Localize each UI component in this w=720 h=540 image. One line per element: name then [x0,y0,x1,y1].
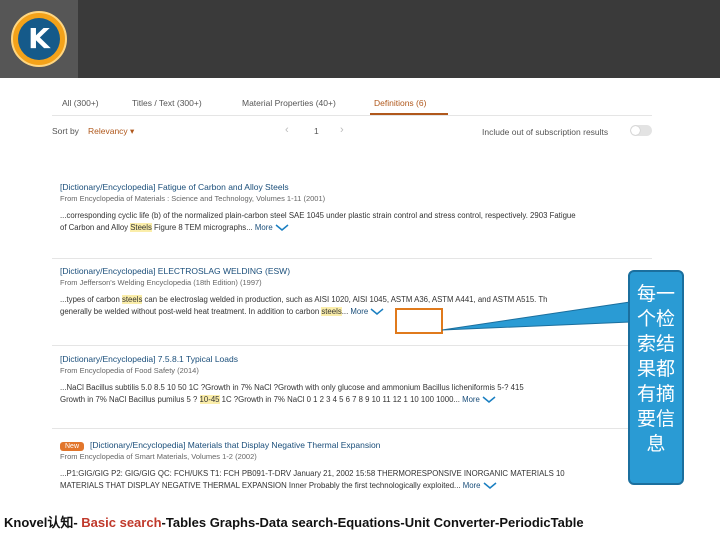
highlight-term: steels [121,295,143,304]
caption-highlight: Basic search [81,515,162,530]
snippet-text: Growth in 7% NaCl Bacillus pumilus 5 ? [60,395,200,404]
result-source[interactable]: From Jefferson's Welding Encyclopedia (1… [60,278,660,290]
callout-text: 每一个检索结果都有摘要信息 [636,283,675,455]
more-link[interactable]: More [462,395,480,404]
app-header: K [0,0,720,78]
chevron-down-icon[interactable] [482,396,496,404]
highlight-term: steels [321,307,342,316]
result-snippet-line: ...corresponding cyclic life (b) of the … [60,211,576,220]
divider [52,428,652,429]
caption-prefix: Knovel认知- [4,515,82,530]
tab-all[interactable]: All (300+) [62,98,99,108]
callout-pointer [441,301,631,331]
highlight-term: Steels [130,223,152,232]
result-source[interactable]: From Encyclopedia of Smart Materials, Vo… [60,452,660,464]
snippet-text: 1C ?Growth in 7% NaCl 0 1 2 3 4 5 6 7 8 … [219,395,460,404]
result-title[interactable]: [Dictionary/Encyclopedia] Fatigue of Car… [60,182,660,194]
tab-definitions[interactable]: Definitions (6) [374,98,426,108]
sort-bar: Sort by Relevancy ▾ ‹ 1 › Include out of… [52,124,652,140]
result-item: [Dictionary/Encyclopedia] Fatigue of Car… [60,182,660,234]
result-snippet-line: ...P1:GIG/GIG P2: GIG/GIG QC: FCH/UKS T1… [60,469,565,478]
result-source[interactable]: From Encyclopedia of Materials : Science… [60,194,660,206]
snippet-text: of Carbon and Alloy [60,223,131,232]
snippet-text: ... [341,307,349,316]
highlight-term: 10-45 [199,395,220,404]
annotation-callout: 每一个检索结果都有摘要信息 [628,270,684,485]
result-snippet-line: MATERIALS THAT DISPLAY NEGATIVE THERMAL … [60,480,620,492]
new-badge: New [60,442,85,451]
result-title-link[interactable]: [Dictionary/Encyclopedia] Materials that… [90,440,380,450]
result-snippet-line: Growth in 7% NaCl Bacillus pumilus 5 ? 1… [60,394,620,406]
highlight-box [395,308,443,334]
chevron-down-icon[interactable] [370,308,384,316]
chevron-down-icon[interactable] [483,482,497,490]
sort-label: Sort by [52,126,79,136]
knovel-logo[interactable]: K [11,11,67,67]
result-title: New [Dictionary/Encyclopedia] Materials t… [60,440,660,452]
divider [52,258,652,259]
result-item: New [Dictionary/Encyclopedia] Materials t… [60,440,660,492]
more-link[interactable]: More [463,481,481,490]
logo-letter: K [18,18,60,60]
result-title[interactable]: [Dictionary/Encyclopedia] 7.5.8.1 Typica… [60,354,660,366]
slide-caption: Knovel认知- Basic search-Tables Graphs-Dat… [4,512,716,531]
include-out-of-subscription-label: Include out of subscription results [482,127,609,137]
more-link[interactable]: More [255,223,273,232]
prev-page-icon[interactable]: ‹ [285,124,289,136]
snippet-text: Figure 8 TEM micrographs... [151,223,253,232]
snippet-text: ...types of carbon [60,295,122,304]
result-snippet-line: of Carbon and Alloy Steels Figure 8 TEM … [60,222,620,234]
more-link[interactable]: More [350,307,368,316]
result-title[interactable]: [Dictionary/Encyclopedia] ELECTROSLAG WE… [60,266,660,278]
result-source[interactable]: From Encyclopedia of Food Safety (2014) [60,366,660,378]
result-tabs: All (300+) Titles / Text (300+) Material… [52,96,652,116]
toggle-knob [631,126,640,135]
divider [52,345,652,346]
active-tab-underline [370,113,448,115]
next-page-icon[interactable]: › [340,124,344,136]
snippet-text: generally be welded without post-weld he… [60,307,322,316]
tab-material-properties[interactable]: Material Properties (40+) [242,98,336,108]
logo-tile[interactable]: K [0,0,78,78]
sort-dropdown[interactable]: Relevancy ▾ [88,126,134,137]
include-out-of-subscription-toggle[interactable] [630,125,652,136]
snippet-text: MATERIALS THAT DISPLAY NEGATIVE THERMAL … [60,481,461,490]
tab-titles-text[interactable]: Titles / Text (300+) [132,98,202,108]
caption-suffix: -Tables Graphs-Data search-Equations-Uni… [161,515,584,530]
result-item: [Dictionary/Encyclopedia] 7.5.8.1 Typica… [60,354,660,406]
result-snippet-line: ...NaCl Bacillus subtilis 5.0 8.5 10 50 … [60,383,524,392]
chevron-down-icon[interactable] [275,224,289,232]
page-number: 1 [314,126,319,136]
